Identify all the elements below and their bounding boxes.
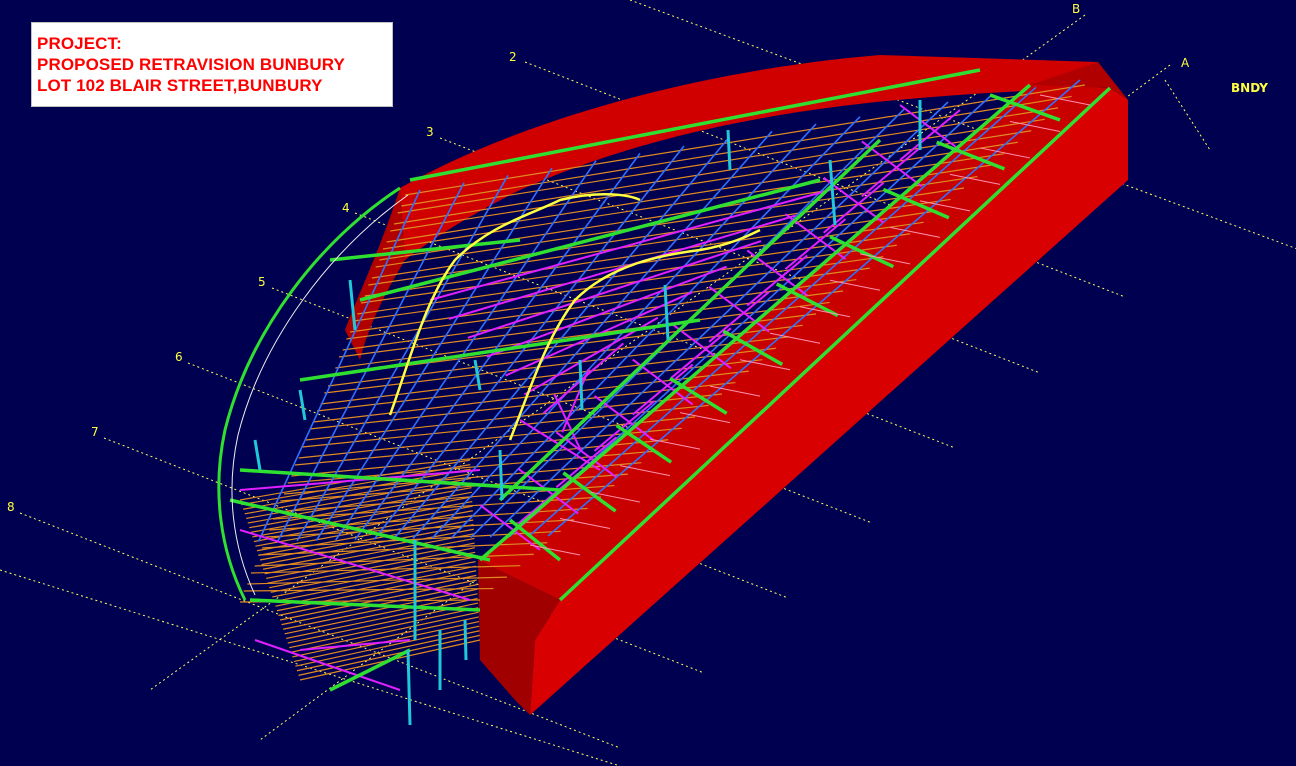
grid-label-5: 5	[258, 275, 266, 289]
column	[463, 619, 468, 661]
column	[298, 389, 307, 421]
column	[406, 649, 412, 726]
column	[578, 359, 584, 411]
grid-label-b: B	[1072, 2, 1081, 16]
inner-brace	[467, 240, 762, 339]
project-heading: PROJECT:	[37, 34, 122, 53]
grid-label-a: A	[1181, 56, 1190, 70]
grid-label-7: 7	[91, 425, 99, 439]
column	[828, 159, 837, 226]
grid-label-6: 6	[175, 350, 183, 364]
project-name: PROPOSED RETRAVISION BUNBURY	[37, 55, 345, 74]
grid-label-4: 4	[342, 201, 350, 215]
grid-label-bndy: BNDY	[1231, 81, 1268, 95]
grid-line-boundary	[1164, 79, 1211, 151]
grid-label-3: 3	[426, 125, 434, 139]
grid-label-8: 8	[7, 500, 15, 514]
project-address: LOT 102 BLAIR STREET,BUNBURY	[37, 76, 323, 95]
column	[253, 439, 262, 471]
project-title-box: PROJECT: PROPOSED RETRAVISION BUNBURY LO…	[31, 22, 393, 107]
column	[663, 284, 670, 341]
column	[498, 449, 504, 501]
main-beam	[558, 86, 1112, 602]
grid-label-2: 2	[509, 50, 517, 64]
column	[726, 129, 732, 171]
structural-model-view	[0, 0, 1296, 766]
